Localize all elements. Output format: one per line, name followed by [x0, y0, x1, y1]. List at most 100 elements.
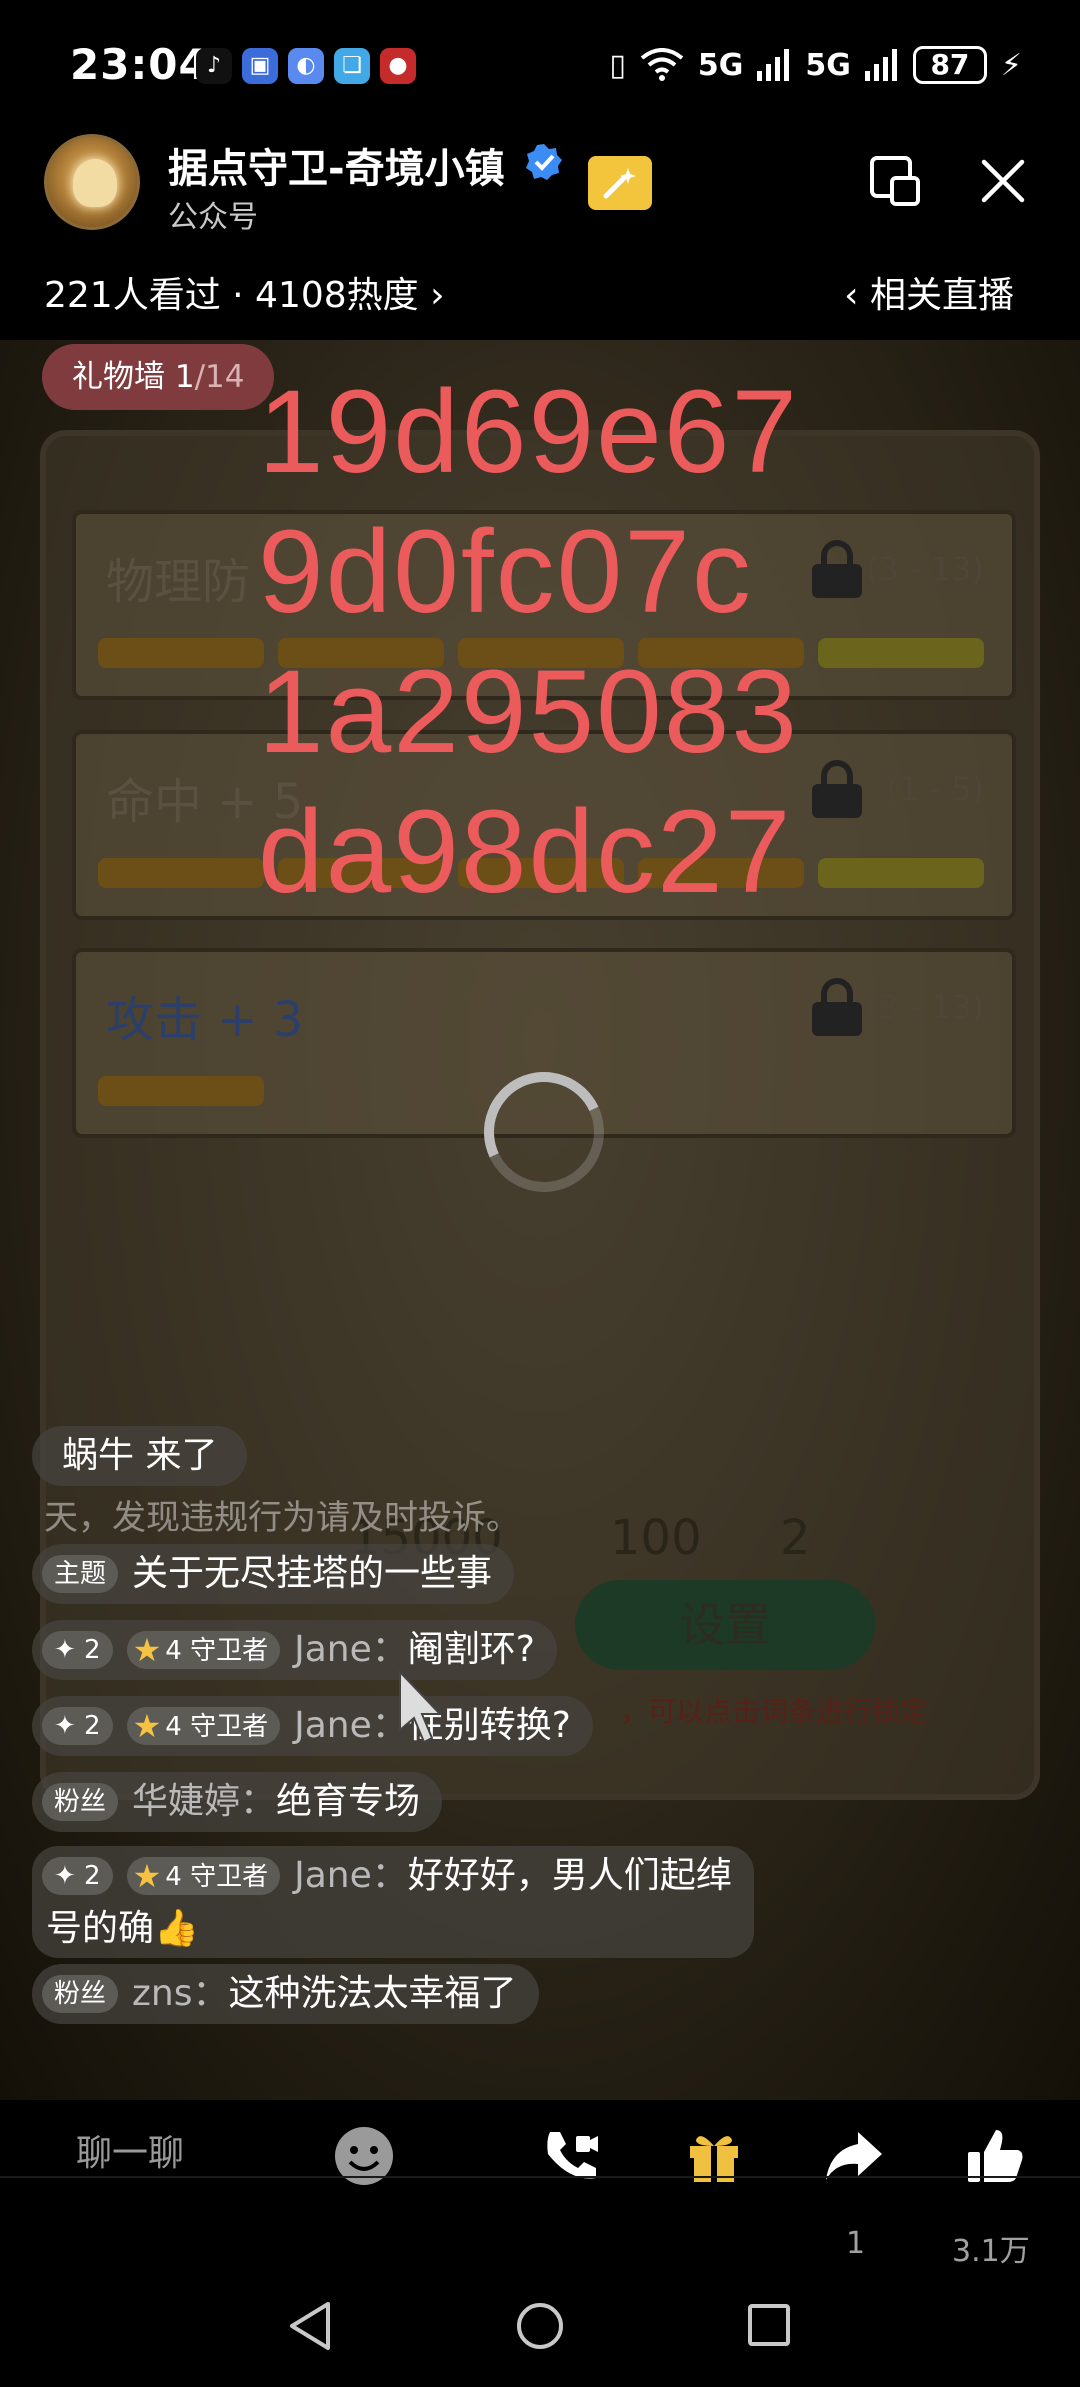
home-icon[interactable]: [514, 2300, 566, 2352]
chat-message: ✦ 2 ★ 4 守卫者 Jane： 阉割环?: [32, 1620, 557, 1680]
badge-level: 4: [165, 1862, 182, 1892]
battery-indicator: 87: [912, 46, 987, 84]
message-text-cont: 号的确👍: [46, 1908, 199, 1949]
back-icon[interactable]: [286, 2300, 336, 2352]
stat-bars: [98, 1076, 264, 1106]
mouse-cursor-icon: [399, 1669, 443, 1744]
star-icon: ★: [132, 1857, 162, 1895]
news-icon: ●: [380, 48, 416, 84]
tiktok-icon: ♪: [196, 48, 232, 84]
chat-message: ✦ 2 ★ 4 守卫者 Jane： 好好好，男人们起绰 号的确👍: [32, 1846, 754, 1958]
emoji-icon[interactable]: [332, 2124, 396, 2188]
fan-tag: 粉丝: [42, 1783, 119, 1821]
gift-icon[interactable]: [682, 2124, 746, 2188]
status-bar: 23:04 ♪ ▣ ◐ ❏ ● ▯ 5G 5G 87 ⚡: [0, 0, 1080, 120]
signal-5g-label: 5G: [697, 47, 744, 83]
message-user[interactable]: zns: [132, 1964, 192, 2024]
gift-wall-current: 1: [174, 359, 195, 395]
message-text: 关于无尽挂塔的一些事: [132, 1553, 493, 1594]
wifi-icon: [640, 48, 684, 81]
recents-icon[interactable]: [746, 2302, 792, 2348]
stat-name: 攻击 + 3: [106, 992, 304, 1048]
chat-message: 粉丝 华婕婷： 绝育专场: [32, 1772, 443, 1832]
video-call-icon[interactable]: [540, 2124, 604, 2188]
divider: [0, 2176, 1080, 2178]
cost-item: 2: [780, 1510, 811, 1566]
chevron-right-icon: ›: [430, 275, 445, 316]
overlay-codes: 19d69e67 9d0fc07c 1a295083 da98dc27: [258, 362, 799, 922]
gift-wall-button[interactable]: 礼物墙 1/14: [42, 344, 275, 410]
message-text: 好好好，男人们起绰: [407, 1855, 732, 1896]
viewer-stats-text: 221人看过 · 4108热度: [44, 275, 419, 316]
chat-message: 粉丝 zns： 这种洗法太幸福了: [32, 1964, 539, 2024]
badge-label: 守卫者: [190, 1862, 269, 1892]
stat-range: (3 - 13): [866, 550, 984, 588]
clock: 23:04: [70, 40, 209, 89]
level-tag: ✦ 2: [42, 1707, 113, 1745]
related-live-link[interactable]: ‹ 相关直播: [844, 266, 1014, 318]
overlay-code: 9d0fc07c: [258, 506, 753, 638]
navigation-bar: [0, 2290, 1080, 2387]
sparkle-badge-icon[interactable]: [588, 156, 652, 210]
message-user[interactable]: Jane: [294, 1846, 372, 1906]
level-tag: ✦ 2: [42, 1857, 113, 1895]
gift-wall-total: /14: [194, 359, 245, 395]
stat-range: (3 - 13): [866, 988, 984, 1026]
message-text: 这种洗法太幸福了: [228, 1973, 517, 2014]
channel-type: 公众号: [168, 200, 258, 235]
channel-name[interactable]: 据点守卫-奇境小镇: [168, 136, 505, 194]
close-icon[interactable]: [976, 154, 1030, 208]
channel-avatar[interactable]: [44, 134, 140, 230]
guardian-badge: ★ 4 守卫者: [126, 1707, 281, 1745]
share-icon[interactable]: [822, 2124, 886, 2188]
chat-message: 主题 关于无尽挂塔的一些事: [32, 1544, 515, 1604]
gift-wall-label: 礼物墙: [72, 359, 165, 395]
badge-level: 4: [165, 1712, 182, 1742]
game-hint: ，可以点击词条进行锁定: [620, 1695, 929, 1728]
entrance-notice: 蜗牛 来了: [32, 1426, 248, 1486]
app-icon-blue: ▣: [242, 48, 278, 84]
badge-label: 守卫者: [190, 1712, 269, 1742]
badge-level: 4: [165, 1636, 182, 1666]
verified-icon: [526, 144, 562, 180]
level-tag: ✦ 2: [42, 1631, 113, 1669]
lock-icon: [812, 540, 862, 598]
guardian-badge: ★ 4 守卫者: [126, 1631, 281, 1669]
action-bar: 聊一聊 1 3.1万: [0, 2110, 1080, 2310]
stat-range: (1 - 5): [886, 770, 984, 808]
topic-tag: 主题: [42, 1555, 119, 1593]
overlay-code: da98dc27: [258, 786, 793, 918]
message-user[interactable]: 华婕婷: [132, 1772, 240, 1832]
chat-message: ✦ 2 ★ 4 守卫者 Jane： 性别转换?: [32, 1696, 593, 1756]
signal-icon-2: [864, 49, 897, 81]
system-notice: 天，发现违规行为请及时投诉。: [44, 1498, 520, 1538]
game-setting-button: 设置: [575, 1580, 875, 1670]
mini-window-icon[interactable]: [868, 154, 922, 208]
message-user[interactable]: Jane: [294, 1696, 372, 1756]
entrance-user: 蜗牛: [62, 1435, 135, 1476]
related-live-label: 相关直播: [869, 275, 1014, 316]
lock-icon: [812, 760, 862, 818]
signal-icon: [757, 49, 790, 81]
system-status: ▯ 5G 5G 87 ⚡: [609, 46, 1022, 84]
book-icon: ❏: [334, 48, 370, 84]
fan-tag: 粉丝: [42, 1975, 119, 2013]
chat-input[interactable]: 聊一聊: [76, 2124, 184, 2176]
badge-label: 守卫者: [190, 1636, 269, 1666]
lock-icon: [812, 978, 862, 1036]
like-count: 3.1万: [952, 2234, 1030, 2269]
chevron-left-icon: ‹: [844, 275, 859, 316]
entrance-text: 来了: [145, 1435, 218, 1476]
star-icon: ★: [132, 1707, 162, 1745]
message-user[interactable]: Jane: [294, 1620, 372, 1680]
overlay-code: 1a295083: [258, 646, 800, 778]
stat-name: 物理防: [106, 554, 251, 610]
overlay-code: 19d69e67: [258, 366, 800, 498]
guardian-badge: ★ 4 守卫者: [126, 1857, 281, 1895]
star-icon: ★: [132, 1631, 162, 1669]
like-icon[interactable]: [962, 2124, 1026, 2188]
browser-icon: ◐: [288, 48, 324, 84]
cost-gem: 100: [610, 1510, 702, 1566]
vibrate-icon: ▯: [609, 47, 626, 83]
viewer-stats[interactable]: 221人看过 · 4108热度 ›: [44, 266, 445, 318]
